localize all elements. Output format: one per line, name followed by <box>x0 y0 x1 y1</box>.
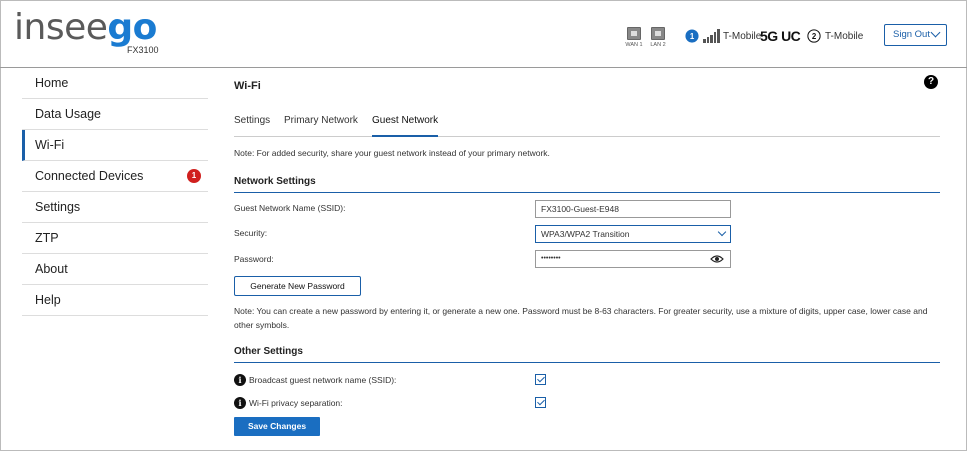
password-label: Password: <box>234 254 274 264</box>
sign-out-button[interactable]: Sign Out <box>884 24 947 46</box>
sidebar-item-connected-devices[interactable]: Connected Devices 1 <box>22 161 208 192</box>
password-input[interactable]: •••••••• <box>535 250 731 268</box>
sim2-icon: 2 <box>807 29 821 43</box>
sim1-carrier: T-Mobile <box>723 31 762 42</box>
broadcast-ssid-checkbox[interactable] <box>535 374 546 385</box>
lan2-port-icon: LAN 2 <box>648 27 668 48</box>
signal-bars-icon <box>703 29 721 43</box>
network-settings-heading: Network Settings <box>234 176 940 193</box>
security-note: Note: For added security, share your gue… <box>234 148 550 158</box>
svg-text:2: 2 <box>812 32 817 41</box>
wan1-port-icon: WAN 1 <box>624 27 644 48</box>
device-model: FX3100 <box>127 45 159 55</box>
sidebar-item-settings[interactable]: Settings <box>22 192 208 223</box>
broadcast-ssid-label: Broadcast guest network name (SSID): <box>249 375 397 385</box>
security-label: Security: <box>234 228 268 238</box>
security-select[interactable]: WPA3/WPA2 Transition <box>535 225 731 243</box>
page-title: Wi-Fi <box>234 80 261 92</box>
ssid-input[interactable]: FX3100-Guest-E948 <box>535 200 731 218</box>
sim2-carrier: T-Mobile <box>825 31 864 42</box>
sidebar-item-ztp[interactable]: ZTP <box>22 223 208 254</box>
help-icon[interactable]: ? <box>924 75 938 89</box>
sim1-icon: 1 <box>685 29 699 43</box>
header: inseego FX3100 WAN 1 LAN 2 1 T-Mobile 5G… <box>0 0 967 68</box>
network-type-badge: 5G UC <box>760 28 801 44</box>
svg-text:1: 1 <box>690 32 695 41</box>
sidebar-item-wifi[interactable]: Wi-Fi <box>22 130 208 161</box>
other-settings-heading: Other Settings <box>234 346 940 363</box>
password-note: Note: You can create a new password by e… <box>234 306 928 330</box>
ssid-label: Guest Network Name (SSID): <box>234 203 346 213</box>
info-icon[interactable]: i <box>234 374 246 386</box>
save-changes-button[interactable]: Save Changes <box>234 417 320 436</box>
tab-guest-network[interactable]: Guest Network <box>372 114 439 137</box>
tab-primary-network[interactable]: Primary Network <box>284 114 358 137</box>
chevron-down-icon <box>930 27 941 38</box>
privacy-separation-label: Wi-Fi privacy separation: <box>249 398 343 408</box>
notification-badge: 1 <box>187 169 201 183</box>
chevron-down-icon <box>717 227 727 237</box>
sidebar-item-about[interactable]: About <box>22 254 208 285</box>
inseego-logo: inseego <box>14 7 157 48</box>
tab-bar: Settings Primary Network Guest Network <box>234 114 940 137</box>
info-icon[interactable]: i <box>234 397 246 409</box>
sidebar-item-home[interactable]: Home <box>22 68 208 99</box>
tab-settings[interactable]: Settings <box>234 114 270 137</box>
sidebar-item-help[interactable]: Help <box>22 285 208 316</box>
privacy-separation-checkbox[interactable] <box>535 397 546 408</box>
generate-password-button[interactable]: Generate New Password <box>234 276 361 296</box>
sidebar-item-data-usage[interactable]: Data Usage <box>22 99 208 130</box>
sidebar: Home Data Usage Wi-Fi Connected Devices 1… <box>22 68 208 316</box>
eye-icon[interactable] <box>710 254 724 264</box>
